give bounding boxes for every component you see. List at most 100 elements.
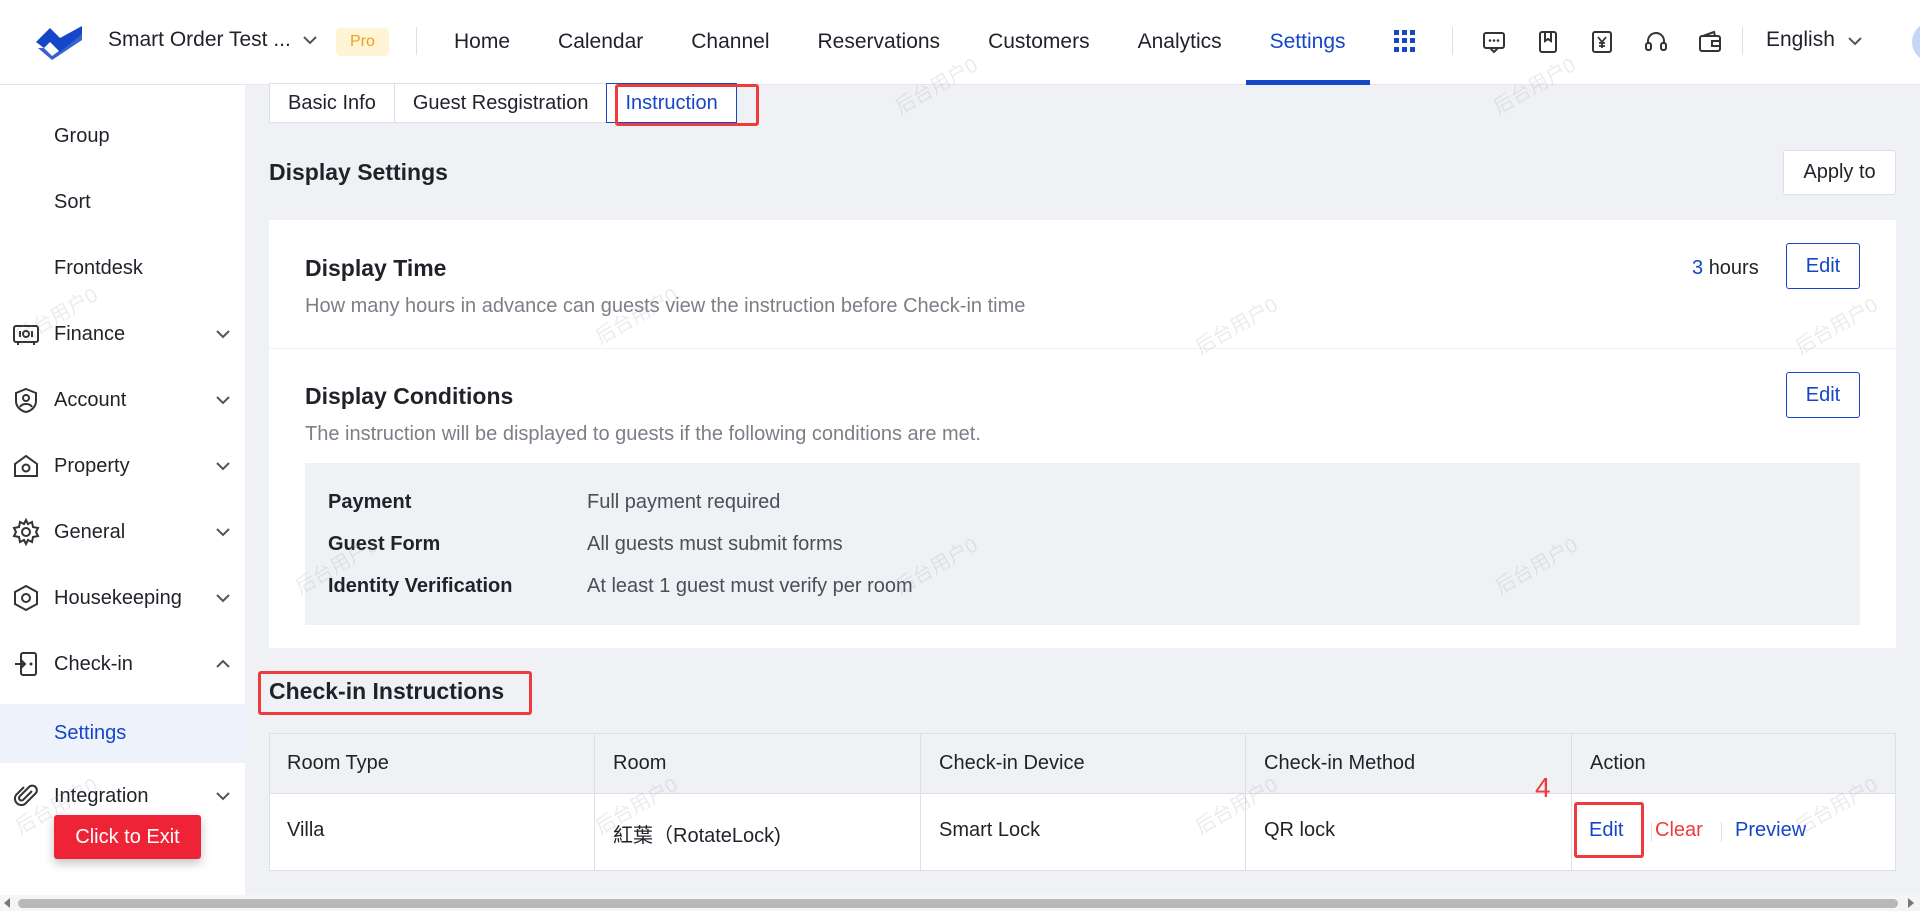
display-time-title: Display Time <box>305 255 447 281</box>
shop-name[interactable]: Smart Order Test ... <box>108 28 291 52</box>
nav-home[interactable]: Home <box>430 0 534 85</box>
divider <box>1742 27 1743 55</box>
hours-number: 3 <box>1692 257 1704 279</box>
chevron-down-icon <box>216 396 230 405</box>
column-header-checkin-device: Check-in Device <box>939 752 1085 774</box>
tab-guest-registration[interactable]: Guest Resgistration <box>393 83 607 123</box>
sidebar-item-label: Settings <box>54 722 127 744</box>
chevron-down-icon[interactable] <box>300 30 320 50</box>
divider <box>1452 27 1453 55</box>
pro-badge: Pro <box>336 28 389 56</box>
apply-to-button[interactable]: Apply to <box>1783 150 1896 195</box>
sidebar-item-group[interactable]: Group <box>0 103 245 169</box>
main-nav: Home Calendar Channel Reservations Custo… <box>430 0 1370 85</box>
section-title-checkin-instructions: Check-in Instructions <box>269 678 505 704</box>
sidebar-item-label: Housekeeping <box>54 586 182 609</box>
nav-channel[interactable]: Channel <box>667 0 793 85</box>
column-header-room-type: Room Type <box>287 752 389 774</box>
headset-icon[interactable] <box>1643 29 1669 55</box>
scroll-right-arrow-icon[interactable] <box>1908 898 1914 908</box>
condition-value: At least 1 guest must verify per room <box>587 575 913 597</box>
sidebar-item-label: Account <box>54 388 127 411</box>
sidebar: Group Sort Frontdesk Finance Account Pro… <box>0 85 245 911</box>
paperclip-icon <box>13 784 38 807</box>
sidebar-item-checkin[interactable]: Check-in <box>0 631 245 697</box>
sidebar-item-account[interactable]: Account <box>0 367 245 433</box>
language-selector[interactable]: English <box>1766 28 1835 52</box>
hours-unit: hours <box>1708 257 1759 279</box>
invoice-yen-icon[interactable] <box>1589 29 1615 55</box>
horizontal-scrollbar[interactable] <box>0 895 1920 911</box>
chevron-down-icon <box>216 792 230 801</box>
finance-icon <box>13 325 39 345</box>
apps-grid-icon[interactable] <box>1394 30 1416 52</box>
action-divider <box>1651 822 1652 842</box>
sidebar-item-checkin-settings[interactable]: Settings <box>0 704 245 763</box>
cell-room-type: Villa <box>287 819 325 841</box>
column-divider <box>1571 734 1572 870</box>
sidebar-item-property[interactable]: Property <box>0 433 245 499</box>
sidebar-item-sort[interactable]: Sort <box>0 169 245 235</box>
display-conditions-title: Display Conditions <box>305 383 514 409</box>
sidebar-item-label: Check-in <box>54 652 133 675</box>
edit-display-conditions-button[interactable]: Edit <box>1786 372 1860 418</box>
sidebar-item-label: Group <box>54 124 110 147</box>
column-divider <box>1245 734 1246 870</box>
nav-calendar[interactable]: Calendar <box>534 0 667 85</box>
tab-instruction[interactable]: Instruction <box>606 83 737 123</box>
sidebar-item-label: Finance <box>54 322 126 345</box>
edit-display-time-button[interactable]: Edit <box>1786 243 1860 289</box>
condition-label: Identity Verification <box>328 575 513 597</box>
sidebar-item-label: Sort <box>54 190 91 213</box>
condition-label: Payment <box>328 491 412 513</box>
sidebar-item-label: Integration <box>54 784 149 807</box>
section-title-display-settings: Display Settings <box>269 159 448 185</box>
nav-customers[interactable]: Customers <box>964 0 1114 85</box>
clear-instruction-link[interactable]: Clear <box>1655 819 1703 842</box>
checkin-icon <box>15 652 37 676</box>
conditions-list: Payment Full payment required Guest Form… <box>305 463 1860 625</box>
nav-settings[interactable]: Settings <box>1245 0 1370 85</box>
avatar[interactable] <box>1912 22 1920 62</box>
chevron-down-icon <box>216 330 230 339</box>
preview-instruction-link[interactable]: Preview <box>1735 819 1806 842</box>
brand-logo-icon[interactable] <box>32 22 86 62</box>
scrollbar-thumb[interactable] <box>18 899 1898 908</box>
sidebar-item-finance[interactable]: Finance <box>0 301 245 367</box>
settings-tabs: Basic Info Guest Resgistration Instructi… <box>269 83 737 123</box>
nav-analytics[interactable]: Analytics <box>1114 0 1246 85</box>
condition-label: Guest Form <box>328 533 441 555</box>
sidebar-item-label: General <box>54 520 126 543</box>
step-number-annotation: 4 <box>1535 772 1551 803</box>
bookmark-icon[interactable] <box>1535 29 1561 55</box>
checkin-instructions-table: Room Type Room Check-in Device Check-in … <box>269 733 1896 871</box>
column-header-checkin-method: Check-in Method <box>1264 752 1416 774</box>
sidebar-item-label: Property <box>54 454 130 477</box>
sidebar-item-label: Frontdesk <box>54 256 143 279</box>
column-header-room: Room <box>613 752 667 774</box>
scroll-left-arrow-icon[interactable] <box>4 898 10 908</box>
sidebar-item-general[interactable]: General <box>0 499 245 565</box>
cell-checkin-method: QR lock <box>1264 819 1336 841</box>
chevron-down-icon <box>216 528 230 537</box>
column-header-action: Action <box>1590 752 1646 774</box>
gear-icon <box>12 518 40 546</box>
exit-button[interactable]: Click to Exit <box>54 815 201 859</box>
column-divider <box>920 734 921 870</box>
chevron-up-icon <box>216 659 230 668</box>
message-icon[interactable] <box>1481 29 1507 55</box>
account-icon <box>15 387 37 414</box>
display-time-value: 3 hours <box>1692 257 1759 280</box>
cell-checkin-device: Smart Lock <box>939 819 1041 841</box>
tab-basic-info[interactable]: Basic Info <box>269 83 394 123</box>
nav-reservations[interactable]: Reservations <box>794 0 965 85</box>
divider <box>416 27 417 55</box>
display-time-description: How many hours in advance can guests vie… <box>305 295 1026 317</box>
sidebar-item-frontdesk[interactable]: Frontdesk <box>0 235 245 301</box>
sidebar-item-housekeeping[interactable]: Housekeeping <box>0 565 245 631</box>
wallet-icon[interactable] <box>1697 29 1723 55</box>
edit-instruction-link[interactable]: Edit <box>1589 819 1623 842</box>
property-icon <box>14 454 38 477</box>
column-divider <box>594 734 595 870</box>
chevron-down-icon[interactable] <box>1846 32 1864 50</box>
